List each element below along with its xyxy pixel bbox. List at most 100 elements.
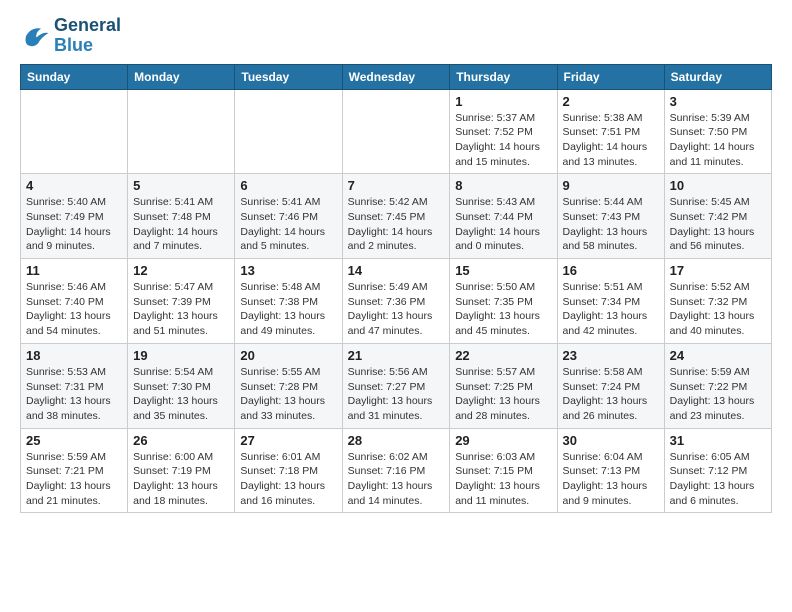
calendar-cell: 13 Sunrise: 5:48 AM Sunset: 7:38 PM Dayli… (235, 259, 342, 344)
day-info: Sunrise: 5:52 AM Sunset: 7:32 PM Dayligh… (670, 280, 766, 339)
day-number: 7 (348, 178, 445, 193)
day-info: Sunrise: 6:01 AM Sunset: 7:18 PM Dayligh… (240, 450, 336, 509)
weekday-header-thursday: Thursday (450, 64, 557, 89)
calendar-cell (342, 89, 450, 174)
day-info: Sunrise: 5:59 AM Sunset: 7:21 PM Dayligh… (26, 450, 122, 509)
day-info: Sunrise: 6:05 AM Sunset: 7:12 PM Dayligh… (670, 450, 766, 509)
day-number: 20 (240, 348, 336, 363)
calendar-cell: 10 Sunrise: 5:45 AM Sunset: 7:42 PM Dayli… (664, 174, 771, 259)
day-info: Sunrise: 5:40 AM Sunset: 7:49 PM Dayligh… (26, 195, 122, 254)
logo-icon (20, 21, 50, 51)
day-number: 14 (348, 263, 445, 278)
calendar-table: SundayMondayTuesdayWednesdayThursdayFrid… (20, 64, 772, 514)
calendar-week-3: 11Sunrise: 5:46 AM Sunset: 7:40 PM Dayli… (21, 259, 772, 344)
calendar-cell: 25Sunrise: 5:59 AM Sunset: 7:21 PM Dayli… (21, 428, 128, 513)
day-number: 30 (563, 433, 659, 448)
day-info: Sunrise: 5:57 AM Sunset: 7:25 PM Dayligh… (455, 365, 551, 424)
weekday-header-saturday: Saturday (664, 64, 771, 89)
day-number: 17 (670, 263, 766, 278)
day-number: 4 (26, 178, 122, 193)
day-number: 24 (670, 348, 766, 363)
day-info: Sunrise: 5:42 AM Sunset: 7:45 PM Dayligh… (348, 195, 445, 254)
day-info: Sunrise: 5:37 AM Sunset: 7:52 PM Dayligh… (455, 111, 551, 170)
day-number: 19 (133, 348, 229, 363)
day-info: Sunrise: 5:41 AM Sunset: 7:46 PM Dayligh… (240, 195, 336, 254)
day-info: Sunrise: 5:39 AM Sunset: 7:50 PM Dayligh… (670, 111, 766, 170)
calendar-cell: 19 Sunrise: 5:54 AM Sunset: 7:30 PM Dayli… (128, 343, 235, 428)
calendar-cell: 15 Sunrise: 5:50 AM Sunset: 7:35 PM Dayli… (450, 259, 557, 344)
calendar-cell: 24 Sunrise: 5:59 AM Sunset: 7:22 PM Dayli… (664, 343, 771, 428)
calendar-cell: 8 Sunrise: 5:43 AM Sunset: 7:44 PM Daylig… (450, 174, 557, 259)
calendar-cell: 17 Sunrise: 5:52 AM Sunset: 7:32 PM Dayli… (664, 259, 771, 344)
day-number: 8 (455, 178, 551, 193)
day-number: 28 (348, 433, 445, 448)
day-number: 13 (240, 263, 336, 278)
calendar-cell: 18 Sunrise: 5:53 AM Sunset: 7:31 PM Dayli… (21, 343, 128, 428)
day-number: 27 (240, 433, 336, 448)
calendar-cell (235, 89, 342, 174)
calendar-cell: 12Sunrise: 5:47 AM Sunset: 7:39 PM Dayli… (128, 259, 235, 344)
day-info: Sunrise: 6:02 AM Sunset: 7:16 PM Dayligh… (348, 450, 445, 509)
day-number: 23 (563, 348, 659, 363)
calendar-cell: 20 Sunrise: 5:55 AM Sunset: 7:28 PM Dayli… (235, 343, 342, 428)
calendar-week-4: 18 Sunrise: 5:53 AM Sunset: 7:31 PM Dayli… (21, 343, 772, 428)
weekday-header-sunday: Sunday (21, 64, 128, 89)
day-number: 16 (563, 263, 659, 278)
day-number: 6 (240, 178, 336, 193)
day-info: Sunrise: 6:04 AM Sunset: 7:13 PM Dayligh… (563, 450, 659, 509)
day-number: 3 (670, 94, 766, 109)
day-info: Sunrise: 5:54 AM Sunset: 7:30 PM Dayligh… (133, 365, 229, 424)
day-info: Sunrise: 5:45 AM Sunset: 7:42 PM Dayligh… (670, 195, 766, 254)
weekday-header-row: SundayMondayTuesdayWednesdayThursdayFrid… (21, 64, 772, 89)
day-info: Sunrise: 5:44 AM Sunset: 7:43 PM Dayligh… (563, 195, 659, 254)
calendar-cell: 9 Sunrise: 5:44 AM Sunset: 7:43 PM Daylig… (557, 174, 664, 259)
calendar-cell: 2 Sunrise: 5:38 AM Sunset: 7:51 PM Daylig… (557, 89, 664, 174)
day-number: 26 (133, 433, 229, 448)
calendar-cell: 3 Sunrise: 5:39 AM Sunset: 7:50 PM Daylig… (664, 89, 771, 174)
calendar-cell: 6 Sunrise: 5:41 AM Sunset: 7:46 PM Daylig… (235, 174, 342, 259)
day-info: Sunrise: 5:38 AM Sunset: 7:51 PM Dayligh… (563, 111, 659, 170)
calendar-cell: 22 Sunrise: 5:57 AM Sunset: 7:25 PM Dayli… (450, 343, 557, 428)
day-number: 9 (563, 178, 659, 193)
day-number: 5 (133, 178, 229, 193)
day-info: Sunrise: 5:43 AM Sunset: 7:44 PM Dayligh… (455, 195, 551, 254)
calendar-cell: 11Sunrise: 5:46 AM Sunset: 7:40 PM Dayli… (21, 259, 128, 344)
day-number: 15 (455, 263, 551, 278)
day-number: 22 (455, 348, 551, 363)
page-header: General Blue (20, 16, 772, 56)
calendar-cell: 23 Sunrise: 5:58 AM Sunset: 7:24 PM Dayli… (557, 343, 664, 428)
calendar-cell: 7 Sunrise: 5:42 AM Sunset: 7:45 PM Daylig… (342, 174, 450, 259)
calendar-cell (128, 89, 235, 174)
calendar-cell: 4 Sunrise: 5:40 AM Sunset: 7:49 PM Daylig… (21, 174, 128, 259)
calendar-cell: 5Sunrise: 5:41 AM Sunset: 7:48 PM Daylig… (128, 174, 235, 259)
calendar-cell: 14 Sunrise: 5:49 AM Sunset: 7:36 PM Dayli… (342, 259, 450, 344)
calendar-cell: 1Sunrise: 5:37 AM Sunset: 7:52 PM Daylig… (450, 89, 557, 174)
day-info: Sunrise: 5:51 AM Sunset: 7:34 PM Dayligh… (563, 280, 659, 339)
calendar-cell: 21Sunrise: 5:56 AM Sunset: 7:27 PM Dayli… (342, 343, 450, 428)
calendar-cell: 29Sunrise: 6:03 AM Sunset: 7:15 PM Dayli… (450, 428, 557, 513)
day-number: 29 (455, 433, 551, 448)
day-number: 2 (563, 94, 659, 109)
weekday-header-friday: Friday (557, 64, 664, 89)
day-info: Sunrise: 6:00 AM Sunset: 7:19 PM Dayligh… (133, 450, 229, 509)
calendar-week-2: 4 Sunrise: 5:40 AM Sunset: 7:49 PM Daylig… (21, 174, 772, 259)
day-info: Sunrise: 5:58 AM Sunset: 7:24 PM Dayligh… (563, 365, 659, 424)
calendar-cell: 31 Sunrise: 6:05 AM Sunset: 7:12 PM Dayli… (664, 428, 771, 513)
day-info: Sunrise: 5:48 AM Sunset: 7:38 PM Dayligh… (240, 280, 336, 339)
day-info: Sunrise: 5:50 AM Sunset: 7:35 PM Dayligh… (455, 280, 551, 339)
day-info: Sunrise: 5:49 AM Sunset: 7:36 PM Dayligh… (348, 280, 445, 339)
logo: General Blue (20, 16, 121, 56)
calendar-cell: 26 Sunrise: 6:00 AM Sunset: 7:19 PM Dayli… (128, 428, 235, 513)
day-number: 18 (26, 348, 122, 363)
day-info: Sunrise: 5:59 AM Sunset: 7:22 PM Dayligh… (670, 365, 766, 424)
calendar-cell: 27 Sunrise: 6:01 AM Sunset: 7:18 PM Dayli… (235, 428, 342, 513)
day-info: Sunrise: 5:53 AM Sunset: 7:31 PM Dayligh… (26, 365, 122, 424)
day-number: 31 (670, 433, 766, 448)
day-number: 10 (670, 178, 766, 193)
day-info: Sunrise: 5:56 AM Sunset: 7:27 PM Dayligh… (348, 365, 445, 424)
day-number: 11 (26, 263, 122, 278)
calendar-cell: 16 Sunrise: 5:51 AM Sunset: 7:34 PM Dayli… (557, 259, 664, 344)
calendar-week-1: 1Sunrise: 5:37 AM Sunset: 7:52 PM Daylig… (21, 89, 772, 174)
day-info: Sunrise: 5:55 AM Sunset: 7:28 PM Dayligh… (240, 365, 336, 424)
logo-text: General Blue (54, 16, 121, 56)
